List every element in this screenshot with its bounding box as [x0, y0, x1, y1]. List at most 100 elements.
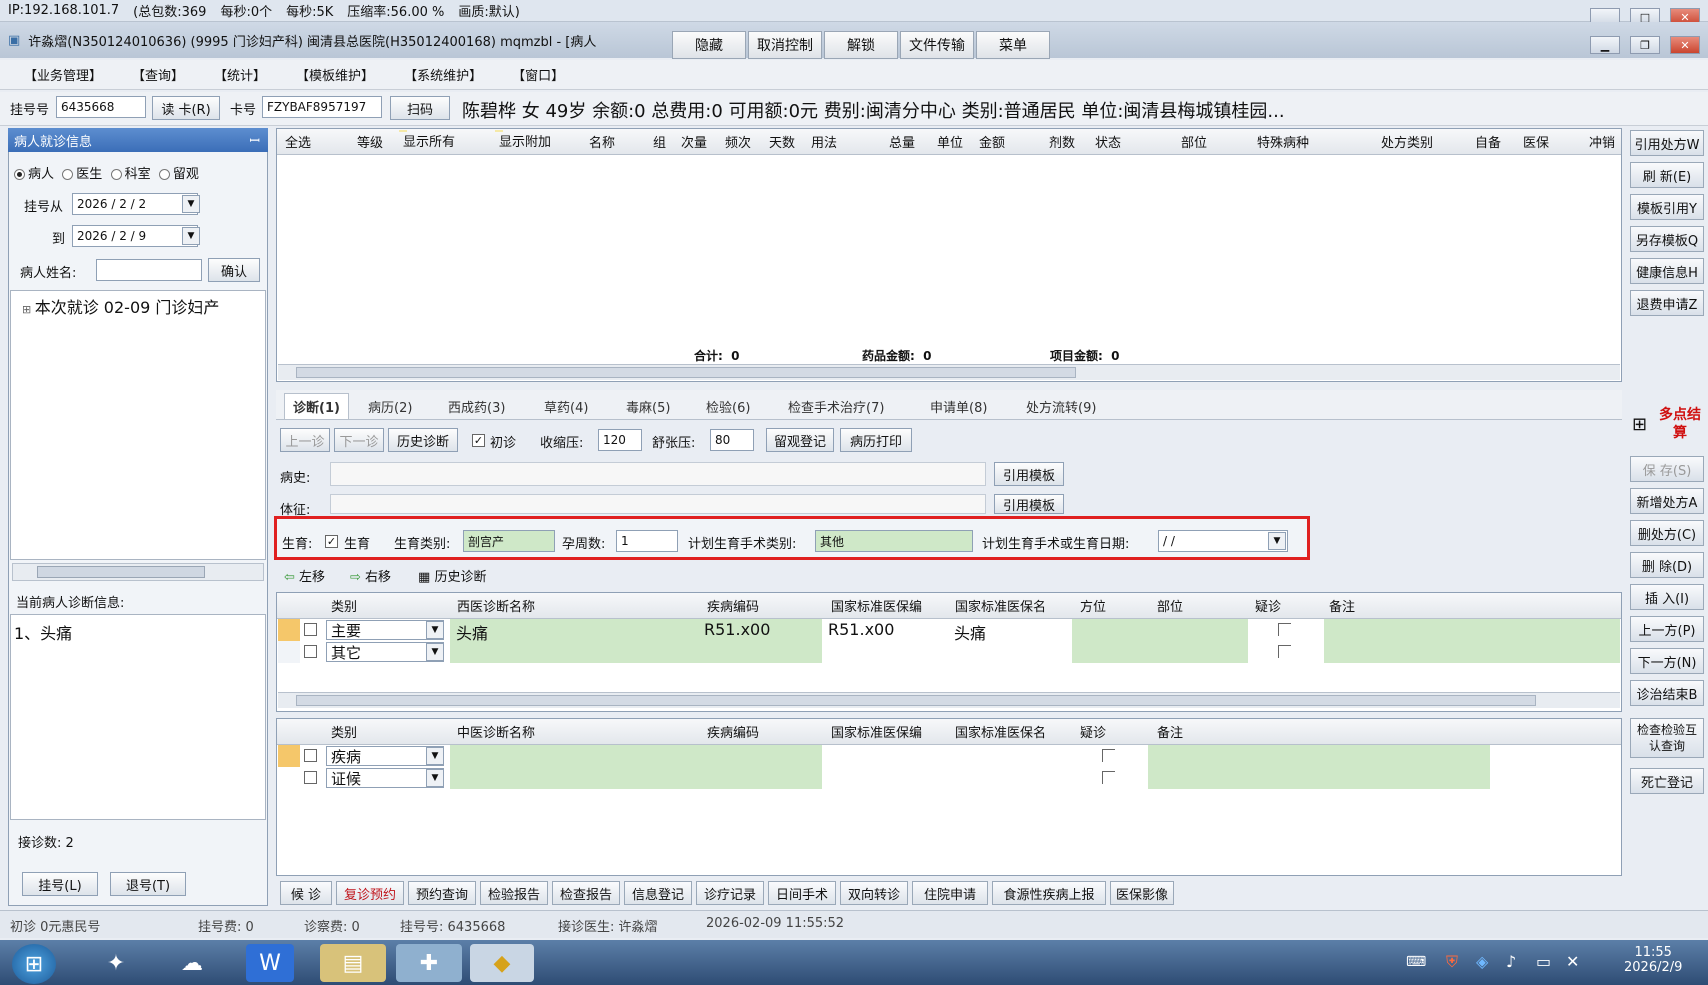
radio-dept[interactable]: 科室 [110, 167, 151, 182]
tab-rx-flow[interactable]: 处方流转(9) [1026, 393, 1096, 419]
cancel-control-button[interactable]: 取消控制 [748, 31, 822, 59]
btab-info-register[interactable]: 信息登记 [624, 881, 692, 905]
btab-insurance-image[interactable]: 医保影像 [1110, 881, 1174, 905]
btab-exam-report[interactable]: 检查报告 [552, 881, 620, 905]
symptom-input[interactable] [330, 494, 986, 514]
chevron-down-icon[interactable]: ▼ [182, 227, 200, 245]
tree-item-current-visit[interactable]: ⊞ 本次就诊 02-09 门诊妇产 [22, 294, 219, 318]
chevron-down-icon[interactable]: ▼ [182, 195, 200, 213]
finish-diag-button[interactable]: 诊治结束B [1630, 680, 1704, 706]
file-transfer-button[interactable]: 文件传输 [900, 31, 974, 59]
tray-clock[interactable]: 11:55 2026/2/9 [1624, 945, 1682, 975]
tab-exam[interactable]: 检查手术治疗(7) [788, 393, 884, 419]
compass-icon[interactable]: ✦ [92, 944, 140, 982]
suspect-checkbox[interactable] [1278, 623, 1291, 636]
suspect-checkbox[interactable] [1278, 645, 1291, 658]
menu-query[interactable]: 【查询】 [132, 65, 184, 84]
wps-icon[interactable]: W [246, 944, 294, 982]
btab-waiting[interactable]: 候 诊 [280, 881, 332, 905]
move-right-button[interactable]: ⇨ 右移 [350, 566, 391, 585]
mutual-recognition-button[interactable]: 检查检验互认查询 [1630, 718, 1704, 758]
select-all[interactable]: 全选 [285, 132, 311, 151]
show-extra-toggle[interactable]: 显示附加 [495, 130, 551, 150]
history-diag-button[interactable]: 历史诊断 [388, 428, 458, 452]
history-diag-link[interactable]: ▦ 历史诊断 [418, 566, 486, 585]
history-input[interactable] [330, 462, 986, 486]
btab-revisit[interactable]: 复诊预约 [336, 881, 404, 905]
menu-window[interactable]: 【窗口】 [512, 65, 564, 84]
card-input[interactable]: FZYBAF8957197 [262, 96, 382, 118]
refund-apply-button[interactable]: 退费申请Z [1630, 290, 1704, 316]
menu-stats[interactable]: 【统计】 [214, 65, 266, 84]
west-hscrollbar[interactable] [278, 692, 1620, 708]
cite-rx-button[interactable]: 引用处方W [1630, 130, 1704, 156]
save-template-button[interactable]: 另存模板Q [1630, 226, 1704, 252]
health-info-button[interactable]: 健康信息H [1630, 258, 1704, 284]
menu-business[interactable]: 【业务管理】 [24, 65, 102, 84]
tree-hscrollbar[interactable] [12, 563, 264, 581]
read-card-button[interactable]: 读 卡(R) [152, 96, 220, 120]
systolic-input[interactable]: 120 [598, 429, 642, 451]
multi-settle-button[interactable]: ⊞ 多点结算 [1630, 406, 1704, 448]
chevron-down-icon[interactable]: ▼ [1268, 532, 1286, 550]
app-restore-icon[interactable]: ❐ [1630, 36, 1660, 54]
tray-volume-icon[interactable]: ♪ [1506, 952, 1516, 971]
remote-app-icon[interactable]: ◆ [470, 944, 534, 982]
menu-button[interactable]: 菜单 [976, 31, 1050, 59]
move-left-button[interactable]: ⇦ 左移 [284, 566, 325, 585]
delete-button[interactable]: 删 除(D) [1630, 552, 1704, 578]
tab-record[interactable]: 病历(2) [368, 393, 412, 419]
scan-button[interactable]: 扫码 [390, 96, 450, 120]
pin-icon[interactable]: ꟷ [249, 131, 260, 149]
tab-lab[interactable]: 检验(6) [706, 393, 750, 419]
btab-inpatient[interactable]: 住院申请 [912, 881, 988, 905]
refresh-button[interactable]: 刷 新(E) [1630, 162, 1704, 188]
folder-icon[interactable]: ▤ [320, 944, 386, 982]
first-visit-checkbox[interactable]: ✓ [472, 434, 485, 447]
tray-keyboard-icon[interactable]: ⌨ [1406, 954, 1426, 970]
save-button[interactable]: 保 存(S) [1630, 456, 1704, 482]
insert-button[interactable]: 插 入(I) [1630, 584, 1704, 610]
row-checkbox[interactable] [304, 771, 317, 784]
chevron-down-icon[interactable]: ▼ [426, 643, 444, 661]
tab-application[interactable]: 申请单(8) [930, 393, 987, 419]
app-close-icon[interactable]: ✕ [1670, 36, 1700, 54]
next-rx-button[interactable]: 下一方(N) [1630, 648, 1704, 674]
register-button[interactable]: 挂号(L) [22, 872, 98, 896]
btab-treatment-record[interactable]: 诊疗记录 [696, 881, 764, 905]
west-row1-name[interactable]: 头痛 [456, 620, 488, 644]
new-rx-button[interactable]: 新增处方A [1630, 488, 1704, 514]
birth-type-input[interactable]: 剖宫产 [463, 530, 555, 552]
unlock-button[interactable]: 解锁 [824, 31, 898, 59]
hospital-app-icon[interactable]: ✚ [396, 944, 462, 982]
radio-patient[interactable]: 病人 [14, 167, 54, 182]
row-checkbox[interactable] [304, 623, 317, 636]
btab-day-surgery[interactable]: 日间手术 [768, 881, 836, 905]
reg-from-date[interactable]: 2026 / 2 / 2 [72, 193, 198, 215]
tab-western-drug[interactable]: 西成药(3) [448, 393, 505, 419]
show-all-toggle[interactable]: 显示所有 [399, 130, 455, 150]
observe-register-button[interactable]: 留观登记 [766, 428, 834, 452]
chevron-down-icon[interactable]: ▼ [426, 769, 444, 787]
start-icon[interactable]: ⊞ [12, 944, 56, 984]
row-checkbox[interactable] [304, 645, 317, 658]
confirm-button[interactable]: 确认 [208, 258, 260, 282]
btab-foodborne[interactable]: 食源性疾病上报 [992, 881, 1106, 905]
prev-rx-button[interactable]: 上一方(P) [1630, 616, 1704, 642]
suspect-checkbox[interactable] [1102, 749, 1115, 762]
app-minimize-icon[interactable]: ▁ [1590, 36, 1620, 54]
cite-template-button-2[interactable]: 引用模板 [994, 494, 1064, 514]
hide-button[interactable]: 隐藏 [672, 31, 746, 59]
tray-mute-icon[interactable]: ✕ [1566, 952, 1579, 971]
chat-icon[interactable]: ☁ [168, 944, 216, 982]
chevron-down-icon[interactable]: ▼ [426, 621, 444, 639]
radio-observe[interactable]: 留观 [158, 167, 199, 182]
delete-rx-button[interactable]: 删处方(C) [1630, 520, 1704, 546]
tab-narcotic[interactable]: 毒麻(5) [626, 393, 670, 419]
plan-type-input[interactable]: 其他 [815, 530, 973, 552]
next-visit-button[interactable]: 下一诊 [334, 428, 384, 452]
diastolic-input[interactable]: 80 [710, 429, 754, 451]
btab-appt-query[interactable]: 预约查询 [408, 881, 476, 905]
btab-lab-report[interactable]: 检验报告 [480, 881, 548, 905]
tray-network-icon[interactable]: ◈ [1476, 952, 1488, 971]
